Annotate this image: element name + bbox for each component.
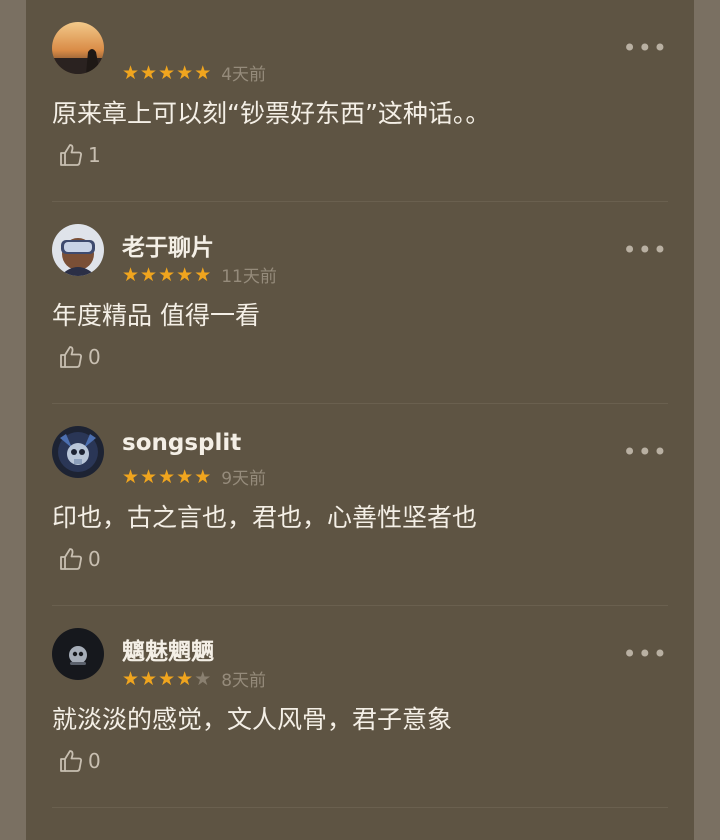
- reviewer-name[interactable]: songsplit: [122, 430, 241, 456]
- reviewer-name[interactable]: 魑魅魍魉: [122, 632, 214, 666]
- star-icon: ★: [158, 61, 176, 84]
- star-icon: ★: [140, 465, 158, 488]
- star-icon: ★: [158, 667, 176, 690]
- dark-mask-avatar-icon[interactable]: [52, 628, 104, 680]
- review-time: 4天前: [221, 65, 267, 85]
- review-list: ★ ★ ★ ★ ★ 4天前 ••• 原来章上可以刻“钞票好东西”这种话。。 1: [26, 0, 694, 840]
- review-item: songsplit ★ ★ ★ ★ ★ 9天前 ••• 印也，古之言也，君也，心…: [26, 404, 694, 606]
- like-button[interactable]: 0: [58, 748, 101, 774]
- like-button[interactable]: 1: [58, 142, 101, 168]
- thumbs-up-icon: [58, 546, 84, 572]
- star-icon: ★: [176, 667, 194, 690]
- star-rating: ★ ★ ★ ★ ★: [122, 265, 211, 285]
- like-button[interactable]: 0: [58, 344, 101, 370]
- star-rating: ★ ★ ★ ★ ★: [122, 63, 211, 83]
- star-icon: ★: [122, 263, 140, 286]
- star-icon: ★: [122, 667, 140, 690]
- review-content: 印也，古之言也，君也，心善性坚者也: [52, 503, 478, 532]
- sunset-avatar-icon[interactable]: [52, 22, 104, 74]
- vr-headset-avatar-icon[interactable]: [52, 224, 104, 276]
- review-meta: ★ ★ ★ ★ ★ 9天前: [122, 464, 267, 490]
- review-item: 魑魅魍魉 ★ ★ ★ ★ ★ 8天前 ••• 就淡淡的感觉，文人风骨，君子意象 …: [26, 606, 694, 808]
- skull-avatar-icon[interactable]: [52, 426, 104, 478]
- star-icon: ★: [194, 465, 212, 488]
- review-content: 就淡淡的感觉，文人风骨，君子意象: [52, 705, 453, 734]
- reviewer-name[interactable]: 老于聊片: [122, 228, 214, 262]
- review-item: 老于聊片 ★ ★ ★ ★ ★ 11天前 ••• 年度精品 值得一看 0: [26, 202, 694, 404]
- more-options-button[interactable]: •••: [623, 238, 668, 262]
- left-frame: [0, 0, 26, 840]
- star-icon: ★: [140, 61, 158, 84]
- star-icon: ★: [122, 61, 140, 84]
- thumbs-up-icon: [58, 142, 84, 168]
- star-icon: ★: [158, 263, 176, 286]
- like-count: 0: [88, 345, 101, 369]
- like-count: 0: [88, 547, 101, 571]
- more-options-button[interactable]: •••: [623, 440, 668, 464]
- star-icon: ★: [140, 667, 158, 690]
- star-icon: ★: [194, 667, 212, 690]
- review-meta: ★ ★ ★ ★ ★ 4天前: [122, 60, 267, 86]
- star-icon: ★: [158, 465, 176, 488]
- star-icon: ★: [194, 61, 212, 84]
- star-icon: ★: [194, 263, 212, 286]
- star-icon: ★: [176, 465, 194, 488]
- review-content: 原来章上可以刻“钞票好东西”这种话。。: [52, 99, 491, 128]
- star-rating: ★ ★ ★ ★ ★: [122, 669, 211, 689]
- more-options-button[interactable]: •••: [623, 642, 668, 666]
- star-icon: ★: [176, 61, 194, 84]
- review-time: 9天前: [221, 469, 267, 489]
- more-options-button[interactable]: •••: [623, 36, 668, 60]
- like-count: 1: [88, 143, 101, 167]
- review-meta: ★ ★ ★ ★ ★ 8天前: [122, 666, 267, 692]
- review-content: 年度精品 值得一看: [52, 301, 260, 330]
- right-frame: [694, 0, 720, 840]
- divider: [52, 807, 668, 808]
- review-meta: ★ ★ ★ ★ ★ 11天前: [122, 262, 277, 288]
- star-icon: ★: [176, 263, 194, 286]
- star-icon: ★: [140, 263, 158, 286]
- star-icon: ★: [122, 465, 140, 488]
- thumbs-up-icon: [58, 344, 84, 370]
- review-time: 11天前: [221, 267, 277, 287]
- like-button[interactable]: 0: [58, 546, 101, 572]
- review-item: ★ ★ ★ ★ ★ 4天前 ••• 原来章上可以刻“钞票好东西”这种话。。 1: [26, 0, 694, 202]
- thumbs-up-icon: [58, 748, 84, 774]
- star-rating: ★ ★ ★ ★ ★: [122, 467, 211, 487]
- like-count: 0: [88, 749, 101, 773]
- review-time: 8天前: [221, 671, 267, 691]
